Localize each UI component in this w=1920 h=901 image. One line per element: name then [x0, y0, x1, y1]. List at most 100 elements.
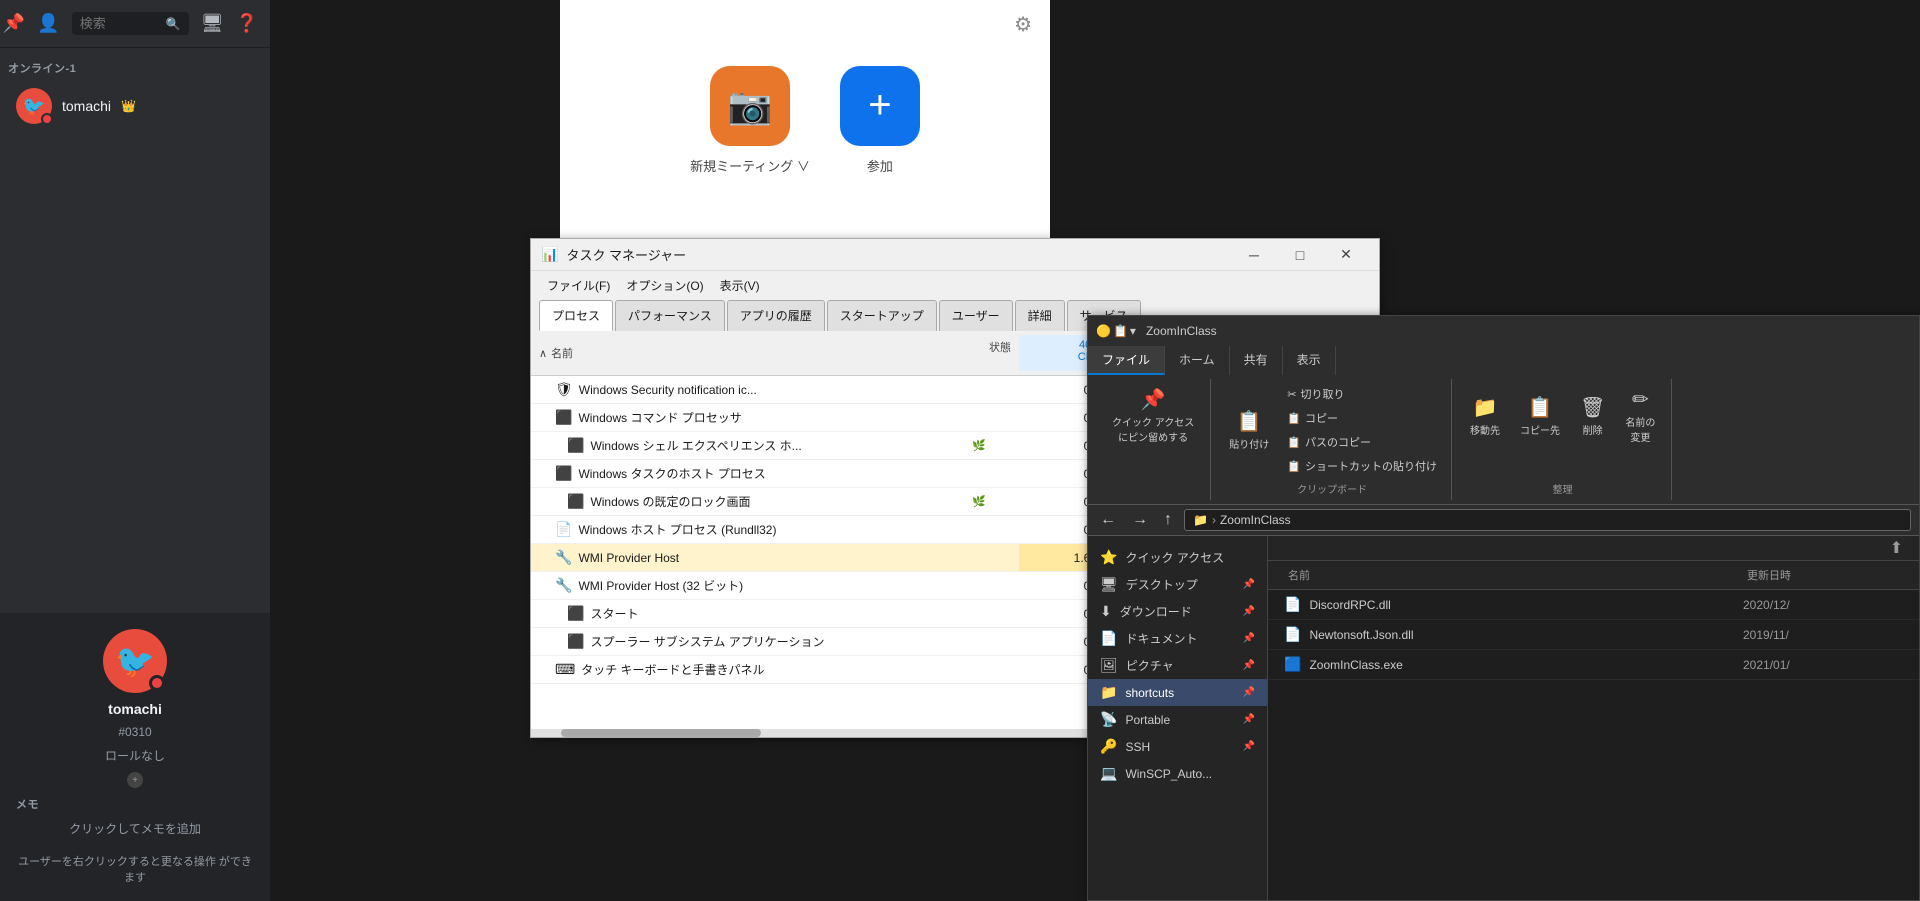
organize-label: 整理	[1553, 481, 1573, 496]
discord-self-section: 🐦 tomachi #0310 ロールなし + メモ クリックしてメモを追加 ユ…	[0, 613, 270, 901]
tab-app-history[interactable]: アプリの履歴	[727, 300, 825, 331]
discord-search[interactable]: 🔍	[72, 12, 189, 35]
help-text: ユーザーを右クリックすると更なる操作 ができます	[16, 853, 254, 885]
quick-access-btn[interactable]: 📌 クイック アクセスにピン留めする	[1104, 383, 1202, 448]
tab-file[interactable]: ファイル	[1088, 346, 1165, 375]
tm-menu-options[interactable]: オプション(O)	[618, 273, 711, 298]
memo-placeholder[interactable]: クリックしてメモを追加	[69, 820, 201, 837]
shortcuts-pin-icon: 📌	[1243, 687, 1255, 698]
pin-icon[interactable]: 📌	[3, 13, 25, 34]
task-manager-title-text: タスク マネージャー	[566, 245, 686, 264]
sidebar-pictures-label: ピクチャ	[1126, 657, 1174, 674]
path-copy-btn[interactable]: 📋 パスのコピー	[1281, 431, 1443, 453]
monitor-icon[interactable]: 🖥	[201, 13, 224, 34]
address-bar[interactable]: 📁 › ZoomInClass	[1184, 509, 1911, 531]
tab-startup[interactable]: スタートアップ	[827, 300, 937, 331]
col-status-header[interactable]: 状態	[939, 335, 1019, 371]
file-item-newtonsoft[interactable]: 📄 Newtonsoft.Json.dll 2019/11/	[1268, 620, 1919, 650]
copy-to-label: コピー先	[1520, 422, 1560, 437]
downloads-pin-icon: 📌	[1243, 606, 1255, 617]
tm-minimize-btn[interactable]: ─	[1231, 239, 1277, 271]
file-name-discordrpc: DiscordRPC.dll	[1309, 598, 1390, 612]
sidebar-item-desktop[interactable]: 🖥 デスクトップ 📌	[1088, 571, 1267, 598]
dll-icon-1: 📄	[1284, 596, 1301, 613]
new-meeting-label: 新規ミーティング ∨	[690, 156, 810, 175]
tab-view[interactable]: 表示	[1283, 346, 1336, 375]
shortcut-paste-btn[interactable]: 📋 ショートカットの貼り付け	[1281, 455, 1443, 477]
sidebar-winscp-label: WinSCP_Auto...	[1125, 767, 1212, 781]
fe-small-actions: ✂ 切り取り 📋 コピー 📋 パスのコピー 📋	[1281, 383, 1443, 477]
cut-label: 切り取り	[1301, 386, 1345, 402]
scrollbar-thumb[interactable]	[561, 729, 761, 737]
file-date-zoominclass: 2021/01/	[1743, 658, 1903, 672]
file-date-newtonsoft: 2019/11/	[1743, 628, 1903, 642]
col-name-header[interactable]: 名前	[1284, 565, 1743, 585]
zoom-app: ⚙ 📷 新規ミーティング ∨ + 参加	[560, 0, 1050, 240]
tm-close-btn[interactable]: ✕	[1323, 239, 1369, 271]
add-role-btn[interactable]: +	[127, 772, 143, 788]
shortcuts-folder-icon: 📁	[1100, 684, 1117, 701]
sidebar-item-downloads[interactable]: ⬇ ダウンロード 📌	[1088, 598, 1267, 625]
online-section-label: オンライン-1	[0, 48, 270, 80]
zoom-gear-icon[interactable]: ⚙	[1014, 12, 1032, 37]
tm-menu-file[interactable]: ファイル(F)	[539, 273, 618, 298]
up-btn[interactable]: ↑	[1160, 509, 1176, 531]
copy-to-btn[interactable]: 📋 コピー先	[1512, 391, 1568, 441]
rename-btn[interactable]: ✏ 名前の変更	[1617, 383, 1663, 448]
sidebar-item-winscp[interactable]: 💻 WinSCP_Auto...	[1088, 760, 1267, 787]
file-explorer-titlebar: 🟡 📋 ▾ ZoomInClass	[1088, 316, 1919, 346]
forward-btn[interactable]: →	[1128, 509, 1152, 531]
cut-btn[interactable]: ✂ 切り取り	[1281, 383, 1443, 405]
col-date-header[interactable]: 更新日時	[1743, 565, 1903, 585]
sidebar-item-portable[interactable]: 📡 Portable 📌	[1088, 706, 1267, 733]
sidebar-item-quick-access[interactable]: ⭐ クイック アクセス	[1088, 544, 1267, 571]
documents-icon: 📄	[1100, 630, 1117, 647]
fe-file-list-header: 名前 更新日時	[1268, 561, 1919, 590]
shortcut-icon: 📋	[1287, 460, 1301, 473]
fe-ribbon-content: 📌 クイック アクセスにピン留めする 📋 貼り付け ✂	[1088, 375, 1919, 504]
file-name-zoominclass: ZoomInClass.exe	[1309, 658, 1402, 672]
help-icon[interactable]: ❓	[236, 13, 258, 34]
zoom-icons-row: 📷 新規ミーティング ∨ + 参加	[690, 66, 920, 175]
user-avatar-wrap: 🐦	[16, 88, 52, 124]
fe-ribbon: ファイル ホーム 共有 表示 📌 クイック アクセスにピン留めする 📋 貼り付け	[1088, 346, 1919, 505]
path-icon: 📋	[1287, 436, 1301, 449]
sidebar-item-shortcuts[interactable]: 📁 shortcuts 📌	[1088, 679, 1267, 706]
task-manager-window-controls: ─ □ ✕	[1231, 239, 1369, 271]
discord-user-item[interactable]: 🐦 tomachi 👑	[4, 80, 266, 132]
file-item-zoominclass[interactable]: 🟦 ZoomInClass.exe 2021/01/	[1268, 650, 1919, 680]
sidebar-item-pictures[interactable]: 🖼 ピクチャ 📌	[1088, 652, 1267, 679]
copy-btn[interactable]: 📋 コピー	[1281, 407, 1443, 429]
tm-maximize-btn[interactable]: □	[1277, 239, 1323, 271]
zoom-camera-icon: 📷	[710, 66, 790, 146]
sidebar-item-documents[interactable]: 📄 ドキュメント 📌	[1088, 625, 1267, 652]
user-icon[interactable]: 👤	[37, 13, 59, 34]
paste-icon: 📋	[1237, 409, 1262, 434]
join-btn[interactable]: + 参加	[840, 66, 920, 175]
move-label: 移動先	[1470, 422, 1500, 437]
paste-btn[interactable]: 📋 貼り付け	[1221, 405, 1277, 455]
tab-share[interactable]: 共有	[1230, 346, 1283, 375]
desktop-icon: 🖥	[1100, 576, 1118, 593]
tm-menu-view[interactable]: 表示(V)	[712, 273, 768, 298]
new-meeting-btn[interactable]: 📷 新規ミーティング ∨	[690, 66, 810, 175]
delete-label: 削除	[1583, 422, 1603, 437]
fe-content: ⬆ 名前 更新日時 📄 DiscordRPC.dll 2020/12/ 📄 Ne…	[1268, 536, 1919, 900]
tab-home[interactable]: ホーム	[1165, 346, 1230, 375]
tab-details[interactable]: 詳細	[1015, 300, 1065, 331]
delete-btn[interactable]: 🗑 削除	[1572, 391, 1613, 441]
file-item-discordrpc[interactable]: 📄 DiscordRPC.dll 2020/12/	[1268, 590, 1919, 620]
tab-processes[interactable]: プロセス	[539, 300, 613, 331]
sidebar-desktop-label: デスクトップ	[1126, 576, 1198, 593]
sort-scroll-icon[interactable]: ⬆	[1890, 538, 1903, 558]
sidebar-item-ssh[interactable]: 🔑 SSH 📌	[1088, 733, 1267, 760]
fe-main: ⭐ クイック アクセス 🖥 デスクトップ 📌 ⬇ ダウンロード 📌 📄 ドキュメ…	[1088, 536, 1919, 900]
col-name-header[interactable]: 名前	[551, 345, 573, 361]
self-role: ロールなし	[105, 747, 165, 764]
search-input[interactable]	[80, 16, 160, 31]
tab-performance[interactable]: パフォーマンス	[615, 300, 725, 331]
sidebar-shortcuts-label: shortcuts	[1125, 686, 1174, 700]
move-to-btn[interactable]: 📁 移動先	[1462, 391, 1508, 441]
tab-users[interactable]: ユーザー	[939, 300, 1013, 331]
back-btn[interactable]: ←	[1096, 509, 1120, 531]
